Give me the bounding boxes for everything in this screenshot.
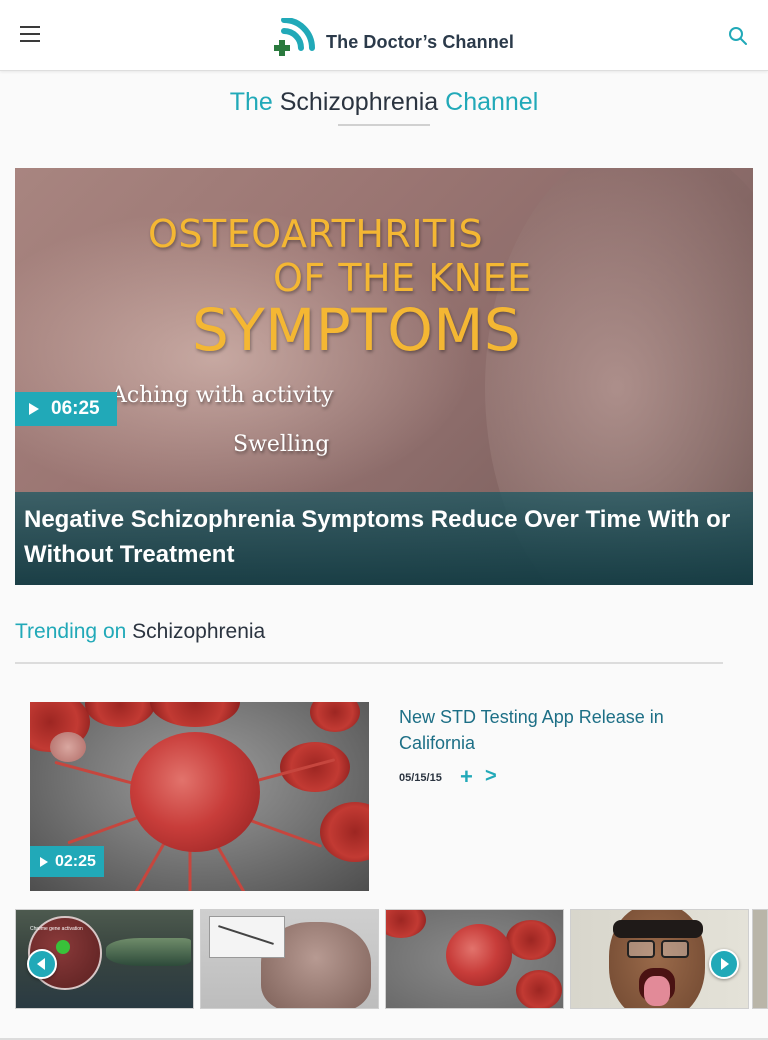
trending-divider [15,662,723,664]
site-logo[interactable]: The Doctor’s Channel [274,18,514,58]
featured-duration-badge[interactable]: 02:25 [30,846,104,877]
channel-title-suffix: Channel [445,88,539,116]
featured-video-title[interactable]: New STD Testing App Release in Californi… [399,704,739,756]
plus-icon[interactable]: + [460,766,473,788]
featured-duration: 02:25 [55,852,96,870]
top-header: The Doctor’s Channel [0,0,768,71]
title-underline [338,124,430,126]
trending-heading: Trending on Schizophrenia [15,620,265,644]
hero-duration: 06:25 [51,398,100,419]
hero-duration-badge[interactable]: 06:25 [15,392,117,426]
channel-title-prefix: The [229,88,273,116]
search-icon[interactable] [728,26,748,46]
logo-text: The Doctor’s Channel [326,31,515,52]
chevron-right-icon[interactable] [709,949,739,979]
featured-video-date: 05/15/15 [399,772,442,784]
thumb-1-caption: Chrome gene activation [30,926,83,932]
featured-video-thumbnail[interactable]: 02:25 [30,702,369,891]
hero-caption-text: Negative Schizophrenia Symptoms Reduce O… [24,506,731,568]
hamburger-menu-icon[interactable] [20,26,40,42]
hero-image-sub1: Aching with activity [111,383,334,408]
play-icon [40,856,48,867]
channel-title-topic: Schizophrenia [279,88,439,116]
share-icon[interactable]: > [485,765,497,787]
hero-image-line3: SYMPTOMS [192,296,522,364]
carousel-thumb-2[interactable] [200,909,379,1009]
play-icon [29,403,39,415]
hero-video[interactable]: OSTEOARTHRITIS OF THE KNEE SYMPTOMS Achi… [15,168,753,585]
hero-caption[interactable]: Negative Schizophrenia Symptoms Reduce O… [15,492,753,585]
channel-title: The Schizophrenia Channel [0,88,768,117]
hero-image-sub2: Swelling [233,432,330,457]
chevron-left-icon[interactable] [27,949,57,979]
logo-icon [274,18,315,56]
hero-image-line2: OF THE KNEE [273,256,532,300]
carousel-thumb-3[interactable] [385,909,564,1009]
trending-topic: Schizophrenia [132,620,266,643]
hero-image-line1: OSTEOARTHRITIS [148,212,484,256]
carousel-thumb-5[interactable] [752,909,768,1009]
trending-prefix: Trending on [15,620,127,643]
